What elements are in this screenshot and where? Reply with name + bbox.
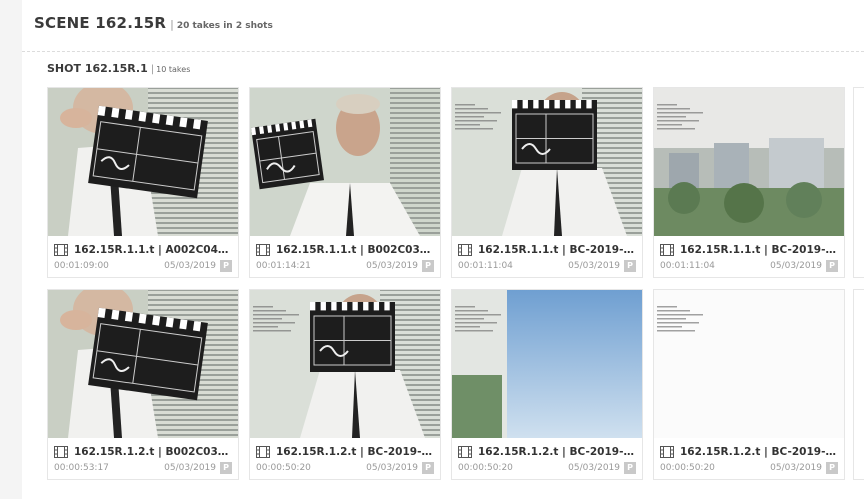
take-thumbnail[interactable] [452,88,642,236]
take-name: 162.15R.1.1.t | A002C041_19... [74,244,234,256]
take-date: 05/03/2019 [164,463,216,473]
thumbnail-image [654,88,844,236]
take-title-row: 162.15R.1.1.t | A002C041_19... [54,242,234,258]
take-info: 162.15R.1.1.t | BC-2019-03-0... 00:01:11… [452,236,642,277]
take-title-row: 162.15R.1.1.t | BC-2019-03-0... [660,242,840,258]
take-card[interactable]: 162.15R.1.2.t | B002C032_19... 00:00:53:… [48,290,238,479]
take-name: 162.15R.1.2.t | BC-2019-03-0... [276,446,436,458]
thumbnail-image [48,88,238,236]
film-icon [458,446,472,458]
take-duration: 00:01:14:21 [256,261,311,271]
take-card[interactable]: 162.15R.1.2.t | BC-2019-03-0... 00:00:50… [250,290,440,479]
take-card[interactable]: 162.15R.1.1.t | B002C031_19... 00:01:14:… [250,88,440,277]
take-info: 162.15R.1.1.t | A002C041_19... 00:01:09:… [48,236,238,277]
film-icon [458,244,472,256]
p-badge[interactable]: P [826,462,838,474]
take-thumbnail[interactable] [452,290,642,438]
take-date: 05/03/2019 [770,463,822,473]
film-icon [660,446,674,458]
scene-separator: | [170,18,174,31]
take-duration: 00:00:53:17 [54,463,109,473]
take-title-row: 162.15R.1.2.t | BC-2019-03-0... [458,444,638,460]
take-info: 162.15R.1.2.t | BC-2019-03-0... 00:00:50… [250,438,440,479]
take-date: 05/03/2019 [568,261,620,271]
take-duration: 00:00:50:20 [458,463,513,473]
p-badge[interactable]: P [220,462,232,474]
shot-header: SHOT 162.15R.1 | 10 takes [47,62,190,75]
thumbnail-image [250,88,440,236]
scene-header: SCENE 162.15R | 20 takes in 2 shots [34,14,273,38]
take-duration: 00:00:50:20 [660,463,715,473]
shot-title[interactable]: SHOT 162.15R.1 [47,62,148,75]
take-info: 162.15R.1.2.t | BC-2019-03-0... 00:00:50… [452,438,642,479]
take-info: 162.15R.1.2.t | BC-2019-03-0... 00:00:50… [654,438,844,479]
thumbnail-image [452,290,642,438]
take-thumbnail[interactable] [48,88,238,236]
take-name: 162.15R.1.2.t | B002C032_19... [74,446,234,458]
take-date: 05/03/2019 [164,261,216,271]
take-info: 162.15R.1.1.t | B002C031_19... 00:01:14:… [250,236,440,277]
take-title-row: 162.15R.1.1.t | BC-2019-03-0... [458,242,638,258]
take-thumbnail[interactable] [250,290,440,438]
p-badge[interactable]: P [624,462,636,474]
take-duration: 00:00:50:20 [256,463,311,473]
p-badge[interactable]: P [826,260,838,272]
take-name: 162.15R.1.2.t | BC-2019-03-0... [478,446,638,458]
take-date: 05/03/2019 [366,463,418,473]
p-badge[interactable]: P [422,462,434,474]
take-card[interactable]: 162.15R.1.1.t | A002C041_19... 00:01:09:… [48,88,238,277]
take-title-row: 162.15R.1.2.t | B002C032_19... [54,444,234,460]
take-thumbnail[interactable] [654,88,844,236]
take-date: 05/03/2019 [770,261,822,271]
partial-take-card[interactable] [854,88,864,277]
shot-separator: | [150,64,155,75]
take-name: 162.15R.1.2.t | BC-2019-03-0... [680,446,840,458]
film-icon [256,244,270,256]
take-title-row: 162.15R.1.2.t | BC-2019-03-0... [256,444,436,460]
take-card[interactable]: 162.15R.1.1.t | BC-2019-03-0... 00:01:11… [452,88,642,277]
take-card[interactable]: 162.15R.1.1.t | BC-2019-03-0... 00:01:11… [654,88,844,277]
shot-take-count: 10 takes [156,65,191,74]
take-name: 162.15R.1.1.t | BC-2019-03-0... [680,244,840,256]
take-card[interactable]: 162.15R.1.2.t | BC-2019-03-0... 00:00:50… [654,290,844,479]
p-badge[interactable]: P [220,260,232,272]
partial-take-card[interactable] [854,290,864,479]
take-thumbnail[interactable] [250,88,440,236]
thumbnail-image [654,290,844,438]
take-thumbnail[interactable] [654,290,844,438]
scene-title[interactable]: SCENE 162.15R [34,14,166,32]
take-thumbnail[interactable] [48,290,238,438]
divider [22,51,864,52]
take-title-row: 162.15R.1.2.t | BC-2019-03-0... [660,444,840,460]
take-info: 162.15R.1.1.t | BC-2019-03-0... 00:01:11… [654,236,844,277]
thumbnail-image [48,290,238,438]
take-card[interactable]: 162.15R.1.2.t | BC-2019-03-0... 00:00:50… [452,290,642,479]
thumbnail-image [250,290,440,438]
take-duration: 00:01:11:04 [660,261,715,271]
scene-panel: SCENE 162.15R | 20 takes in 2 shots SHOT… [22,0,864,499]
take-info: 162.15R.1.2.t | B002C032_19... 00:00:53:… [48,438,238,479]
film-icon [54,446,68,458]
take-name: 162.15R.1.1.t | B002C031_19... [276,244,436,256]
p-badge[interactable]: P [624,260,636,272]
thumbnail-image [452,88,642,236]
take-date: 05/03/2019 [366,261,418,271]
p-badge[interactable]: P [422,260,434,272]
take-title-row: 162.15R.1.1.t | B002C031_19... [256,242,436,258]
scene-take-count: 20 takes in 2 shots [176,21,273,31]
take-duration: 00:01:09:00 [54,261,109,271]
film-icon [54,244,68,256]
take-duration: 00:01:11:04 [458,261,513,271]
take-name: 162.15R.1.1.t | BC-2019-03-0... [478,244,638,256]
film-icon [256,446,270,458]
film-icon [660,244,674,256]
take-date: 05/03/2019 [568,463,620,473]
